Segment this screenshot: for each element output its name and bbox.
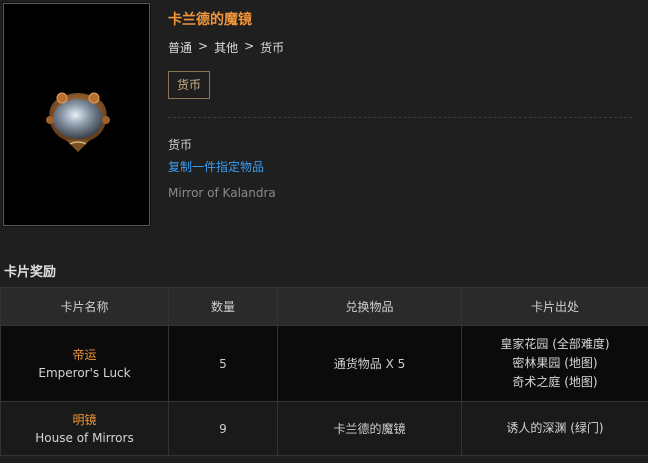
card-reward-cell: 卡兰德的魔镜 bbox=[277, 401, 462, 456]
breadcrumb: 普通 > 其他 > 货币 bbox=[168, 39, 284, 56]
breadcrumb-separator: > bbox=[244, 39, 255, 53]
card-quantity-cell: 9 bbox=[168, 401, 278, 456]
section-divider bbox=[168, 117, 632, 118]
column-header-quantity: 数量 bbox=[168, 287, 278, 326]
column-header-card-name: 卡片名称 bbox=[0, 287, 169, 326]
item-type-tag[interactable]: 货币 bbox=[168, 71, 211, 99]
table-header-row: 卡片名称 数量 兑换物品 卡片出处 bbox=[0, 287, 648, 326]
card-quantity-cell: 5 bbox=[168, 325, 278, 402]
card-name-link[interactable]: 帝运 bbox=[1, 346, 168, 364]
breadcrumb-item-other[interactable]: 其他 bbox=[214, 39, 238, 56]
breadcrumb-item-normal[interactable]: 普通 bbox=[168, 39, 192, 56]
source-location: 密林果园 (地图) bbox=[512, 356, 598, 370]
item-effect-description: 复制一件指定物品 bbox=[168, 160, 265, 174]
card-reward-cell: 通货物品 X 5 bbox=[277, 325, 462, 402]
card-source-cell: 诱人的深渊 (绿门) bbox=[461, 401, 648, 456]
source-location: 诱人的深渊 (绿门) bbox=[506, 421, 604, 435]
card-source-cell: 皇家花园 (全部难度) 密林果园 (地图) 奇术之庭 (地图) bbox=[461, 325, 648, 402]
card-english-name: House of Mirrors bbox=[35, 430, 134, 445]
card-rewards-table: 卡片名称 数量 兑换物品 卡片出处 帝运 Emperor's Luck 5 通货… bbox=[0, 287, 648, 456]
breadcrumb-separator: > bbox=[198, 39, 209, 53]
card-name-link[interactable]: 明镜 bbox=[1, 411, 168, 429]
table-row: 帝运 Emperor's Luck 5 通货物品 X 5 皇家花园 (全部难度)… bbox=[0, 325, 648, 402]
table-row: 明镜 House of Mirrors 9 卡兰德的魔镜 诱人的深渊 (绿门) bbox=[0, 401, 648, 456]
card-name-cell: 明镜 House of Mirrors bbox=[0, 401, 169, 456]
item-category: 货币 bbox=[168, 138, 193, 152]
item-english-name: Mirror of Kalandra bbox=[168, 186, 276, 200]
source-location: 奇术之庭 (地图) bbox=[512, 375, 598, 389]
card-name-cell: 帝运 Emperor's Luck bbox=[0, 325, 169, 402]
breadcrumb-item-currency[interactable]: 货币 bbox=[260, 39, 284, 56]
item-title: 卡兰德的魔镜 bbox=[168, 12, 252, 28]
item-image-frame bbox=[3, 3, 150, 226]
mirror-item-icon bbox=[46, 92, 110, 152]
source-location: 皇家花园 (全部难度) bbox=[500, 337, 610, 351]
column-header-source: 卡片出处 bbox=[461, 287, 648, 326]
column-header-reward: 兑换物品 bbox=[277, 287, 462, 326]
card-english-name: Emperor's Luck bbox=[38, 365, 131, 380]
card-rewards-heading: 卡片奖励 bbox=[4, 265, 57, 280]
